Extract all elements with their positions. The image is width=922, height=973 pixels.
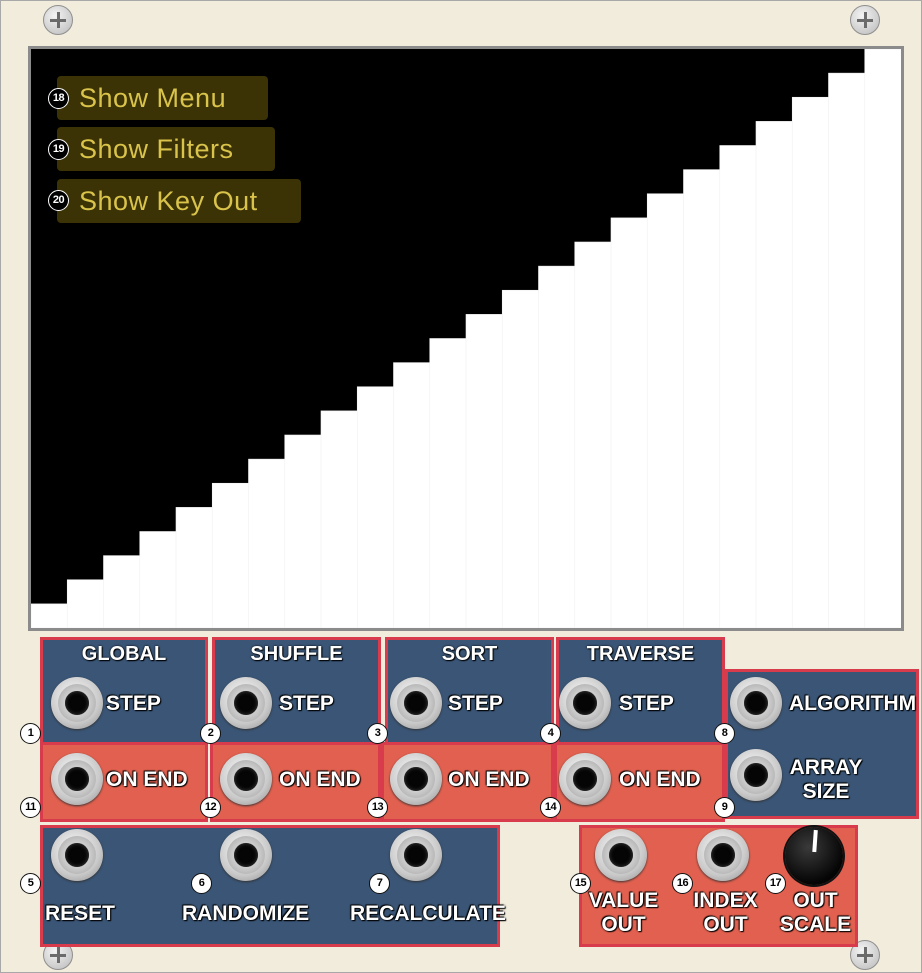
out-scale-label: OUT SCALE (768, 889, 863, 937)
array-bar (791, 96, 830, 628)
array-bar (646, 193, 685, 628)
value-out-jack[interactable] (595, 829, 647, 881)
badge-index-out: 16 (672, 873, 693, 894)
shuffle-step-jack[interactable] (220, 677, 272, 729)
recalculate-label: RECALCULATE (350, 902, 506, 925)
array-bar (356, 386, 395, 628)
badge-algorithm: 8 (714, 723, 735, 744)
index-out-label-line2: OUT (703, 913, 748, 936)
array-bar (610, 217, 649, 628)
top-left-screw-icon (43, 5, 73, 35)
array-bar (139, 531, 177, 628)
show-key-out-button[interactable]: Show Key Out (57, 179, 301, 223)
sort-on-end-jack[interactable] (390, 753, 442, 805)
sort-step-jack[interactable] (390, 677, 442, 729)
global-step-label: STEP (106, 692, 161, 715)
out-scale-label-line2: SCALE (779, 913, 852, 936)
traverse-step-jack[interactable] (559, 677, 611, 729)
global-on-end-jack[interactable] (51, 753, 103, 805)
badge-global-step: 1 (20, 723, 41, 744)
array-bar (248, 458, 286, 628)
value-out-label-line2: OUT (601, 913, 646, 936)
array-bar (864, 49, 901, 628)
shuffle-header: SHUFFLE (250, 643, 343, 665)
value-out-label-line1: VALUE (588, 889, 659, 912)
value-out-label: VALUE OUT (576, 889, 671, 937)
badge-global-on-end: 11 (20, 797, 41, 818)
badge-show-filters: 19 (48, 139, 69, 160)
array-bar (755, 121, 794, 628)
badge-show-key-out: 20 (48, 190, 69, 211)
shuffle-on-end-label: ON END (279, 768, 361, 791)
badge-show-menu: 18 (48, 88, 69, 109)
traverse-step-label: STEP (619, 692, 674, 715)
out-scale-knob[interactable] (785, 827, 843, 885)
knob-indicator-icon (812, 829, 818, 853)
shuffle-step-label: STEP (279, 692, 334, 715)
badge-sort-step: 3 (367, 723, 388, 744)
algorithm-label: ALGORITHM (789, 692, 917, 715)
badge-randomize: 6 (191, 873, 212, 894)
array-bar (103, 555, 141, 628)
algorithm-jack[interactable] (730, 677, 782, 729)
badge-traverse-on-end: 14 (540, 797, 561, 818)
show-menu-label: Show Menu (79, 83, 227, 113)
global-header: GLOBAL (81, 643, 167, 665)
index-out-label-line1: INDEX (693, 889, 758, 912)
show-key-out-label: Show Key Out (79, 186, 258, 216)
show-filters-label: Show Filters (79, 134, 234, 164)
traverse-on-end-jack[interactable] (559, 753, 611, 805)
array-bar (719, 145, 757, 628)
sort-on-end-label: ON END (448, 768, 530, 791)
badge-array-size: 9 (714, 797, 735, 818)
reset-jack[interactable] (51, 829, 103, 881)
array-bar (66, 579, 105, 628)
array-bar (465, 314, 504, 628)
array-bar (574, 241, 612, 628)
sort-header: SORT (441, 643, 498, 665)
randomize-jack[interactable] (220, 829, 272, 881)
out-scale-label-line1: OUT (793, 889, 838, 912)
array-bar (175, 507, 214, 628)
array-bar (393, 362, 431, 628)
recalculate-jack[interactable] (390, 829, 442, 881)
array-bar (828, 72, 866, 628)
array-size-label-line2: SIZE (802, 780, 850, 803)
array-bar (429, 338, 467, 628)
module-panel: Show Menu Show Filters Show Key Out 18 1… (0, 0, 922, 973)
reset-label: RESET (45, 902, 116, 925)
badge-shuffle-step: 2 (200, 723, 221, 744)
badge-out-scale: 17 (765, 873, 786, 894)
array-size-label-line1: ARRAY (789, 756, 863, 779)
global-step-jack[interactable] (51, 677, 103, 729)
show-filters-button[interactable]: Show Filters (57, 127, 275, 171)
array-bar (501, 289, 540, 628)
randomize-label: RANDOMIZE (182, 902, 310, 925)
array-bar (31, 603, 69, 628)
traverse-header: TRAVERSE (586, 643, 695, 665)
traverse-on-end-label: ON END (619, 768, 701, 791)
array-bar (211, 482, 250, 628)
badge-shuffle-on-end: 12 (200, 797, 221, 818)
index-out-label: INDEX OUT (678, 889, 773, 937)
array-bar (284, 434, 322, 628)
show-menu-button[interactable]: Show Menu (57, 76, 268, 120)
array-bar (683, 169, 721, 628)
badge-reset: 5 (20, 873, 41, 894)
array-size-jack[interactable] (730, 749, 782, 801)
array-bar (320, 410, 359, 628)
badge-value-out: 15 (570, 873, 591, 894)
global-on-end-label: ON END (106, 768, 188, 791)
shuffle-on-end-jack[interactable] (220, 753, 272, 805)
badge-recalculate: 7 (369, 873, 390, 894)
badge-sort-on-end: 13 (367, 797, 388, 818)
array-bar (538, 265, 576, 628)
top-right-screw-icon (850, 5, 880, 35)
badge-traverse-step: 4 (540, 723, 561, 744)
index-out-jack[interactable] (697, 829, 749, 881)
sort-step-label: STEP (448, 692, 503, 715)
array-size-label: ARRAY SIZE (781, 756, 871, 804)
